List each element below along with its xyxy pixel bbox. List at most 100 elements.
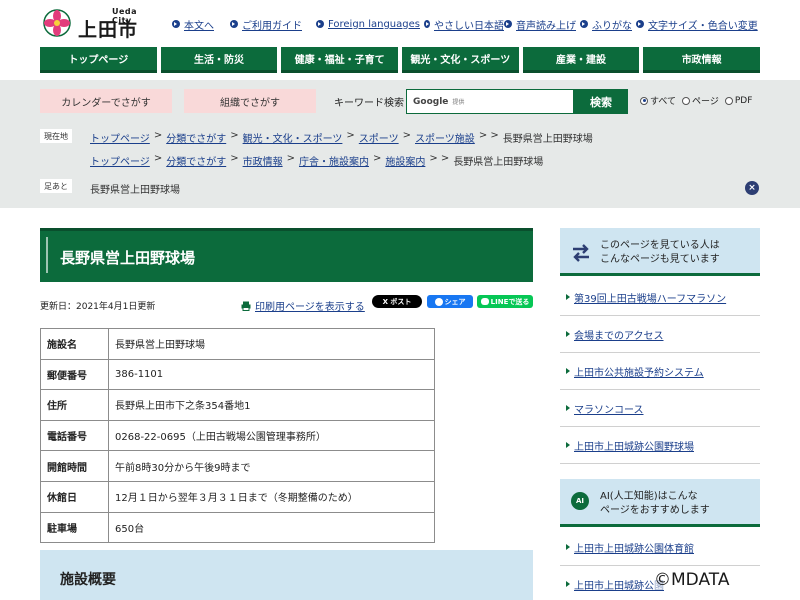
table-row: 開館時間 午前8時30分から午後9時まで [40,450,435,482]
print-link[interactable]: 印刷用ページを表示する [241,298,365,313]
breadcrumb-link[interactable]: トップページ [90,153,150,168]
ai-icon: AI [571,492,589,510]
triangle-right-icon [566,581,570,587]
table-value-cell: 0268-22-0695（上田古戦場公園管理事務所） [108,419,435,452]
facebook-share-button[interactable]: シェア [427,295,473,308]
related-pages-heading: このページを見ている人は こんなページも見ています [600,239,750,267]
breadcrumb-separator: > [230,130,239,141]
site-header: Ueda City 上田市 本文へ ご利用ガイド Foreign languag… [0,0,800,44]
related-pages-header: このページを見ている人は こんなページも見ています [560,228,760,276]
ai-recommend-header: AI AI(人工知能)はこんな ページをおすすめします [560,479,760,527]
page-title: 長野県営上田野球場 [60,249,196,267]
ai-recommend-label: 上田市上田城跡公園 [574,580,664,592]
line-share-button[interactable]: LINEで送る [477,295,533,308]
line-share-label: LINEで送る [490,297,530,306]
gnav-tourism[interactable]: 観光・文化・スポーツ [402,47,519,73]
utility-link-label: 音声読み上げ [516,20,576,32]
search-button[interactable]: 検索 [574,89,628,114]
utility-link-skip[interactable]: 本文へ [172,16,230,32]
ai-recommend-link[interactable]: 上田市上田城跡公園体育館 [560,529,760,566]
radio-pdf[interactable]: PDF [724,94,753,107]
related-page-link[interactable]: 上田市上田城跡公園野球場 [560,427,760,464]
utility-link-voice[interactable]: 音声読み上げ [504,16,580,32]
page-title-box: 長野県営上田野球場 [40,228,533,282]
related-page-link[interactable]: マラソンコース [560,390,760,427]
breadcrumb-link[interactable]: 観光・文化・スポーツ [243,130,343,145]
arrow-circle-icon [230,20,238,28]
search-input[interactable]: Google 提供 [406,89,574,114]
breadcrumb-separator: > [346,130,355,141]
calendar-search-button[interactable]: カレンダーでさがす [40,89,172,113]
breadcrumb-link[interactable]: 分類でさがす [166,130,226,145]
gnav-life[interactable]: 生活・防災 [160,47,278,73]
radio-page[interactable]: ページ [682,94,719,107]
utility-link-easy-japanese[interactable]: やさしい日本語 [424,16,504,32]
google-brand: Google [413,96,449,107]
table-header-cell: 電話番号 [40,419,109,452]
utility-link-guide[interactable]: ご利用ガイド [230,16,316,32]
related-pages-heading-line: こんなページも見ています [600,254,720,265]
related-page-link[interactable]: 上田市公共施設予約システム [560,353,760,390]
print-link-label: 印刷用ページを表示する [255,302,365,313]
breadcrumb-link[interactable]: スポーツ施設 [415,130,475,145]
overview-section: 施設概要 [40,550,533,600]
radio-label: すべて [650,97,677,107]
arrow-circle-icon [504,20,512,28]
org-search-button[interactable]: 組織でさがす [184,89,316,113]
search-band: カレンダーでさがす 組織でさがす キーワード検索 Google 提供 検索 すべ… [0,80,800,208]
radio-all[interactable]: すべて [640,94,676,107]
gnav-health[interactable]: 健康・福祉・子育て [281,47,399,73]
printer-icon [241,301,251,311]
breadcrumb-separator: > [402,130,411,141]
breadcrumb-link[interactable]: 市政情報 [243,153,283,168]
related-page-link[interactable]: 会場までのアクセス [560,316,760,353]
arrow-circle-icon [316,20,324,28]
table-row: 施設名 長野県営上田野球場 [40,328,435,360]
breadcrumb-link[interactable]: スポーツ [359,130,399,145]
table-row: 郵便番号 386-1101 [40,358,435,391]
related-page-link[interactable]: 第39回上田古戦場ハーフマラソン [560,279,760,316]
related-page-label: 第39回上田古戦場ハーフマラソン [574,293,727,305]
utility-link-label: Foreign languages [328,18,420,30]
table-header-cell: 休館日 [40,480,109,513]
breadcrumb-link[interactable]: 庁舎・施設案内 [299,153,369,168]
ai-recommend-heading-line: ページをおすすめします [600,505,710,516]
table-value-cell: 12月１日から翌年３月３１日まで（冬期整備のため） [108,480,435,513]
related-pages-heading-line: このページを見ている人は [600,240,720,251]
breadcrumb-separator: > [372,153,382,164]
table-value-cell: 386-1101 [108,358,435,391]
facebook-icon [434,297,443,306]
copyright-watermark: ©MDATA [654,570,730,590]
gnav-city-info[interactable]: 市政情報 [643,47,761,73]
breadcrumb-separator: > [286,153,295,164]
utility-link-font-size[interactable]: 文字サイズ・色合い変更 [636,16,758,32]
breadcrumb-link[interactable]: 施設案内 [385,153,425,168]
triangle-right-icon [566,368,570,374]
breadcrumb-separator: > [230,153,239,164]
close-icon[interactable]: × [745,181,759,195]
trail-link[interactable]: 長野県営上田野球場 [90,181,180,196]
radio-label: PDF [734,95,753,106]
breadcrumb-link[interactable]: トップページ [90,130,150,145]
arrow-circle-icon [580,20,588,28]
facility-info-table: 施設名 長野県営上田野球場 郵便番号 386-1101 住所 長野県上田市下之条354… [40,328,435,544]
table-value-cell: 長野県上田市下之条354番地1 [108,389,435,421]
breadcrumb: トップページ > 分類でさがす > 市政情報 > 庁舎・施設案内 > 施設案内 > > 長… [90,153,543,168]
ai-recommend-heading-line: AI(人工知能)はこんな [600,491,698,502]
gnav-top[interactable]: トップページ [40,47,157,73]
updated-date: 更新日：2021年4月1日更新 [40,302,156,312]
x-share-button[interactable]: X ポスト [372,295,422,308]
table-header-cell: 郵便番号 [40,358,109,391]
site-logo[interactable]: Ueda City 上田市 [40,4,150,41]
search-scope-options: すべて ページ PDF [640,94,752,107]
gnav-industry[interactable]: 産業・建設 [522,47,640,73]
utility-link-furigana[interactable]: ふりがな [580,16,636,32]
breadcrumb-link[interactable]: 分類でさがす [166,153,226,168]
triangle-right-icon [566,442,570,448]
table-value-cell: 長野県営上田野球場 [108,328,435,360]
table-header-cell: 住所 [40,389,109,421]
table-header-cell: 駐車場 [40,511,109,544]
current-location-label: 現在地 [40,129,72,143]
logo-title: 上田市 [78,19,139,41]
utility-link-foreign[interactable]: Foreign languages [316,16,424,32]
